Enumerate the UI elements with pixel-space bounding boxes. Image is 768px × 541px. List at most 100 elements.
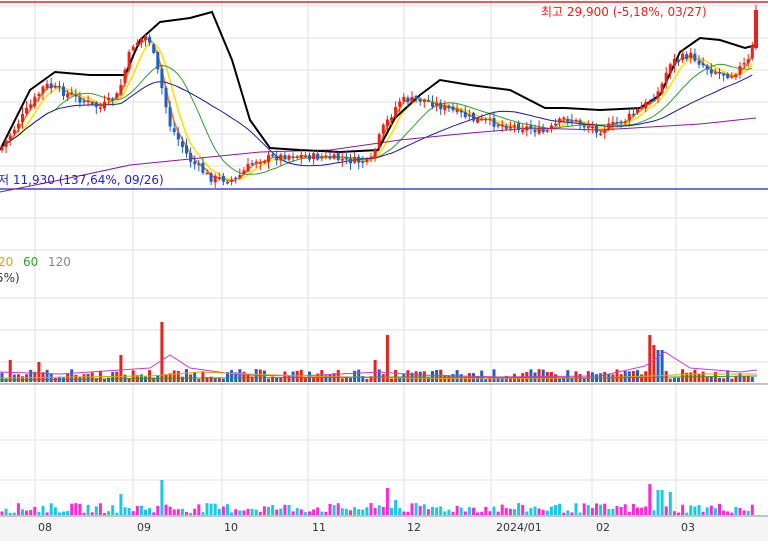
indicator-bar xyxy=(324,511,328,515)
candle-body xyxy=(160,68,164,89)
indicator-bar xyxy=(29,510,33,515)
candle-body xyxy=(135,42,139,45)
indicator-bar xyxy=(570,512,574,515)
x-tick-10: 10 xyxy=(224,521,238,534)
volume-bar xyxy=(652,345,656,382)
candle-body xyxy=(308,155,311,160)
indicator-bar xyxy=(262,506,266,515)
volume-bar xyxy=(303,378,307,382)
indicator-bar xyxy=(652,510,656,515)
volume-bar xyxy=(328,374,332,382)
candle-body xyxy=(558,118,562,123)
indicator-bar xyxy=(205,503,209,515)
candle-body xyxy=(164,87,168,108)
volume-bar xyxy=(180,376,184,382)
candle-body xyxy=(570,120,574,122)
candle-body xyxy=(344,157,348,159)
candle-body xyxy=(750,45,754,59)
indicator-bar xyxy=(697,505,701,515)
volume-bar xyxy=(349,377,352,382)
candle-body xyxy=(545,130,549,132)
volume-bar xyxy=(373,360,377,382)
candle-body xyxy=(271,154,275,157)
candle-body xyxy=(488,118,492,121)
volume-bar xyxy=(615,369,619,382)
indicator-bar xyxy=(537,508,541,515)
volume-bar xyxy=(340,378,344,382)
indicator-bar xyxy=(78,503,82,515)
candle-body xyxy=(361,161,365,163)
volume-bar xyxy=(668,378,672,382)
indicator-bar xyxy=(299,509,303,515)
candle-body xyxy=(201,162,205,173)
indicator-bar xyxy=(517,503,521,515)
indicator-bar xyxy=(303,512,307,515)
indicator-bar xyxy=(258,511,262,515)
candle-body xyxy=(238,174,242,179)
candle-body xyxy=(636,108,639,113)
candle-body xyxy=(258,162,262,164)
indicator-bar xyxy=(685,512,689,515)
indicator-bar xyxy=(414,503,418,515)
indicator-bar xyxy=(463,511,467,515)
candle-body xyxy=(373,149,377,159)
indicator-bar xyxy=(582,503,586,515)
candle-body xyxy=(279,154,283,161)
indicator-bar xyxy=(742,510,746,515)
indicator-bar xyxy=(599,504,603,515)
candle-body xyxy=(213,175,217,183)
candle-body xyxy=(320,157,324,159)
indicator-bar xyxy=(12,512,16,515)
volume-bar xyxy=(431,371,434,382)
candle-body xyxy=(41,86,45,94)
volume-bar xyxy=(365,378,369,382)
volume-bar xyxy=(308,371,311,382)
indicator-bar xyxy=(4,508,8,515)
candle-body xyxy=(332,154,336,159)
volume-bar xyxy=(82,374,86,382)
ma5-line xyxy=(1,38,753,183)
indicator-bar xyxy=(62,511,65,515)
indicator-bar xyxy=(115,512,119,515)
indicator-bar xyxy=(209,503,213,515)
candle-body xyxy=(439,102,443,110)
candle-body xyxy=(718,71,721,74)
volume-bar xyxy=(709,376,713,382)
volume-bar xyxy=(86,373,90,382)
candle-body xyxy=(340,158,344,161)
indicator-bar xyxy=(21,509,24,515)
indicator-bar xyxy=(521,504,525,515)
indicator-bar xyxy=(340,508,344,515)
high-annotation: 최고 29,900 (-5,18%, 03/27) xyxy=(541,5,707,19)
indicator-bar xyxy=(98,503,102,515)
indicator-bar xyxy=(267,506,270,515)
indicator-bar xyxy=(172,509,176,515)
indicator-bar xyxy=(193,508,197,515)
candle-body xyxy=(172,128,176,133)
indicator-bar xyxy=(213,503,217,515)
volume-bar xyxy=(74,374,78,382)
candle-body xyxy=(37,93,41,96)
candle-body xyxy=(689,52,693,59)
indicator-bar xyxy=(279,508,283,515)
volume-bar xyxy=(742,376,746,382)
volume-bar xyxy=(221,378,225,382)
stock-chart: 최고 29,900 (-5,18%, 03/27) 최저 11,930 (137… xyxy=(0,0,768,541)
candle-body xyxy=(443,105,447,111)
candle-body xyxy=(685,54,689,60)
candle-body xyxy=(726,73,730,79)
candle-body xyxy=(254,161,258,164)
volume-bar xyxy=(8,360,12,382)
candle-body xyxy=(357,156,361,163)
volume-bar xyxy=(693,369,697,382)
indicator-bar xyxy=(447,509,451,515)
volume-bar xyxy=(283,371,287,382)
candle-body xyxy=(250,163,254,165)
indicator-bar xyxy=(545,510,549,515)
indicator-bar xyxy=(37,511,41,515)
candle-body xyxy=(627,113,631,121)
candle-body xyxy=(86,100,90,103)
x-tick-2024-01: 2024/01 xyxy=(496,521,542,534)
volume-bar xyxy=(537,369,541,382)
indicator-bar xyxy=(402,511,406,515)
